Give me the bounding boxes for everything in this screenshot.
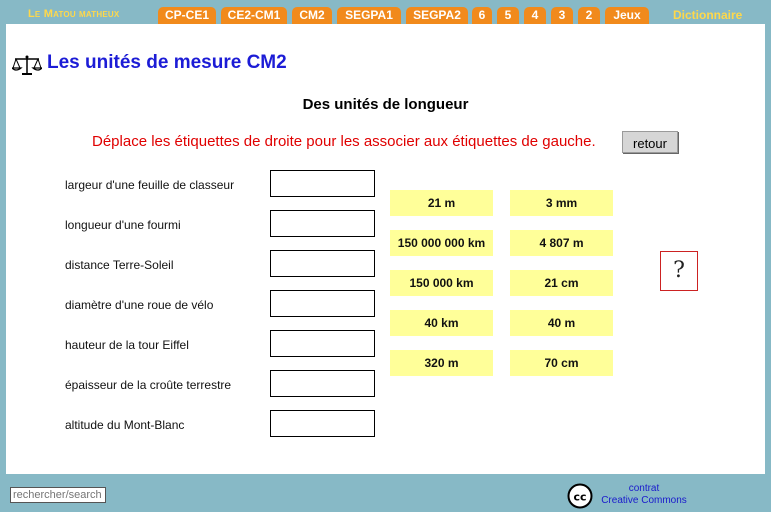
tab-segpa1[interactable]: SEGPA1 xyxy=(337,7,401,24)
draggable-tag[interactable]: 21 cm xyxy=(510,270,613,296)
draggable-tag[interactable]: 150 000 km xyxy=(390,270,493,296)
draggable-tag[interactable]: 4 807 m xyxy=(510,230,613,256)
retour-button[interactable]: retour xyxy=(622,131,678,153)
search-input[interactable] xyxy=(10,487,106,503)
drop-box[interactable] xyxy=(270,170,375,197)
draggable-tag[interactable]: 40 km xyxy=(390,310,493,336)
draggable-tag[interactable]: 21 m xyxy=(390,190,493,216)
top-nav: Le Matou matheux CP-CE1 CE2-CM1 CM2 SEGP… xyxy=(0,0,771,25)
tab-2[interactable]: 2 xyxy=(578,7,600,24)
drop-box[interactable] xyxy=(270,330,375,357)
draggable-tag[interactable]: 150 000 000 km xyxy=(390,230,493,256)
balance-scale-icon xyxy=(12,55,42,75)
tab-4[interactable]: 4 xyxy=(524,7,546,24)
instruction-text: Déplace les étiquettes de droite pour le… xyxy=(92,133,596,150)
exercise-subtitle: Des unités de longueur xyxy=(302,96,469,113)
tab-jeux[interactable]: Jeux xyxy=(605,7,649,24)
draggable-tag[interactable]: 3 mm xyxy=(510,190,613,216)
cc-line-1: contrat xyxy=(628,483,660,494)
item-label: largeur d'une feuille de classeur xyxy=(65,178,235,192)
tab-ce2-cm1[interactable]: CE2-CM1 xyxy=(221,7,287,24)
tab-5[interactable]: 5 xyxy=(497,7,519,24)
item-label: longueur d'une fourmi xyxy=(65,218,181,232)
draggable-tag[interactable]: 40 m xyxy=(510,310,613,336)
item-label: altitude du Mont-Blanc xyxy=(65,418,185,432)
content-panel: Les unités de mesure CM2 Des unités de l… xyxy=(6,24,765,474)
dictionary-link[interactable]: Dictionnaire xyxy=(673,8,742,22)
site-brand-link[interactable]: Le Matou matheux xyxy=(28,8,119,20)
cc-line-2: Creative Commons xyxy=(601,495,687,506)
drop-box[interactable] xyxy=(270,210,375,237)
drop-box[interactable] xyxy=(270,370,375,397)
item-label: distance Terre-Soleil xyxy=(65,258,174,272)
draggable-tag[interactable]: 70 cm xyxy=(510,350,613,376)
drop-box[interactable] xyxy=(270,250,375,277)
tab-3[interactable]: 3 xyxy=(551,7,573,24)
svg-text:cc: cc xyxy=(573,491,586,504)
tab-cp-ce1[interactable]: CP-CE1 xyxy=(158,7,216,24)
tab-6[interactable]: 6 xyxy=(472,7,492,24)
tab-segpa2[interactable]: SEGPA2 xyxy=(406,7,468,24)
tab-cm2[interactable]: CM2 xyxy=(292,7,332,24)
creative-commons-link[interactable]: contrat Creative Commons xyxy=(598,483,690,507)
item-label: épaisseur de la croûte terrestre xyxy=(65,378,232,392)
help-button[interactable]: ? xyxy=(660,251,698,291)
draggable-tag[interactable]: 320 m xyxy=(390,350,493,376)
drop-box[interactable] xyxy=(270,410,375,437)
page-title: Les unités de mesure CM2 xyxy=(47,52,287,73)
drop-box[interactable] xyxy=(270,290,375,317)
item-label: diamètre d'une roue de vélo xyxy=(65,298,214,312)
creative-commons-icon[interactable]: cc xyxy=(567,483,593,509)
item-label: hauteur de la tour Eiffel xyxy=(65,338,189,352)
